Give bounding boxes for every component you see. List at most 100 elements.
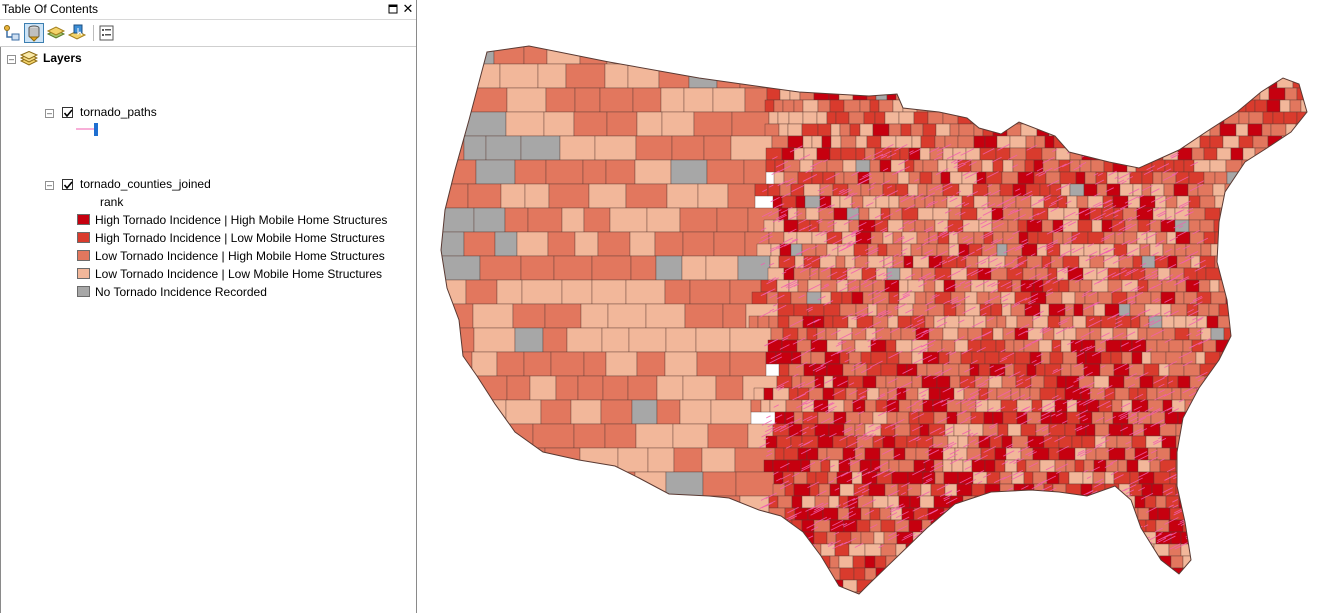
county-polygon bbox=[768, 507, 786, 521]
county-polygon bbox=[892, 99, 904, 113]
tornado-counties-layer-name[interactable]: tornado_counties_joined bbox=[80, 177, 211, 191]
county-polygon bbox=[1297, 147, 1307, 161]
legend-swatch-high-high[interactable] bbox=[77, 214, 90, 225]
county-polygon bbox=[441, 279, 467, 305]
legend-label-low-high[interactable]: Low Tornado Incidence | High Mobile Home… bbox=[95, 249, 385, 263]
legend-label-high-high[interactable]: High Tornado Incidence | High Mobile Hom… bbox=[95, 213, 387, 227]
county-polygons[interactable] bbox=[439, 40, 1322, 613]
tornado-path-segment bbox=[1013, 518, 1026, 526]
county-polygon bbox=[859, 63, 875, 77]
county-polygon bbox=[1117, 543, 1129, 557]
county-polygon bbox=[1044, 543, 1056, 557]
county-polygon bbox=[1164, 159, 1175, 173]
legend-label-low-low[interactable]: Low Tornado Incidence | Low Mobile Home … bbox=[95, 267, 382, 281]
county-polygon bbox=[1143, 123, 1156, 137]
county-polygon bbox=[819, 591, 836, 594]
county-polygon bbox=[1050, 567, 1064, 581]
legend-label-no-incidence[interactable]: No Tornado Incidence Recorded bbox=[95, 285, 267, 299]
county-polygon bbox=[1120, 567, 1133, 581]
tornado-path-segment bbox=[1010, 491, 1021, 498]
county-polygon bbox=[1025, 135, 1036, 149]
county-polygon bbox=[1131, 567, 1142, 581]
county-polygon bbox=[1024, 111, 1041, 125]
county-polygon bbox=[1081, 435, 1096, 449]
list-by-visibility-icon[interactable] bbox=[46, 23, 66, 43]
tornado-counties-visibility-checkbox[interactable] bbox=[62, 179, 73, 190]
county-polygon bbox=[1276, 75, 1294, 89]
county-polygon bbox=[1174, 327, 1190, 341]
county-polygon bbox=[976, 171, 987, 185]
county-polygon bbox=[636, 351, 666, 377]
county-polygon bbox=[770, 327, 784, 341]
options-icon[interactable] bbox=[97, 23, 117, 43]
county-polygon bbox=[1049, 351, 1064, 365]
county-polygon bbox=[1297, 459, 1307, 473]
county-polygon bbox=[1117, 459, 1128, 473]
county-polygon bbox=[763, 567, 777, 581]
legend-label-high-low[interactable]: High Tornado Incidence | Low Mobile Home… bbox=[95, 231, 385, 245]
collapse-tornado-paths-icon[interactable]: – bbox=[45, 109, 54, 118]
county-polygon bbox=[670, 567, 696, 593]
county-polygon bbox=[1219, 375, 1236, 389]
county-polygon bbox=[1192, 531, 1204, 545]
restore-icon[interactable] bbox=[386, 1, 400, 17]
county-polygon bbox=[1036, 495, 1051, 509]
county-polygon bbox=[1173, 315, 1187, 329]
legend-swatch-low-low[interactable] bbox=[77, 268, 90, 279]
collapse-layers-icon[interactable]: – bbox=[7, 55, 16, 64]
legend-swatch-high-low[interactable] bbox=[77, 232, 90, 243]
legend-swatch-low-high[interactable] bbox=[77, 250, 90, 261]
county-polygon bbox=[1143, 63, 1160, 77]
county-polygon bbox=[1236, 267, 1252, 281]
county-polygon bbox=[994, 459, 1006, 473]
county-polygon bbox=[1131, 435, 1147, 449]
county-polygon bbox=[786, 63, 800, 77]
county-polygon bbox=[1126, 327, 1139, 341]
county-polygon bbox=[643, 567, 672, 593]
tornado-path-segment bbox=[1059, 528, 1070, 534]
county-polygon bbox=[1280, 207, 1298, 221]
county-polygon bbox=[1027, 435, 1045, 449]
county-polygon bbox=[797, 75, 814, 89]
list-by-selection-icon[interactable] bbox=[67, 23, 87, 43]
collapse-tornado-counties-icon[interactable]: – bbox=[45, 181, 54, 190]
tornado-paths-layer-name[interactable]: tornado_paths bbox=[80, 105, 157, 119]
county-polygon bbox=[961, 87, 979, 101]
county-polygon bbox=[951, 543, 964, 557]
county-polygon bbox=[1100, 315, 1118, 329]
county-polygon bbox=[931, 171, 942, 185]
tornado-path-segment bbox=[1133, 152, 1148, 160]
legend-swatch-no-incidence[interactable] bbox=[77, 286, 90, 297]
county-polygon bbox=[872, 495, 889, 509]
county-polygon bbox=[583, 207, 611, 233]
tornado-paths-visibility-checkbox[interactable] bbox=[62, 107, 73, 118]
toc-title-bar: Table Of Contents ✕ bbox=[0, 0, 416, 20]
county-polygon bbox=[1123, 99, 1139, 113]
county-polygon bbox=[573, 423, 606, 449]
map-display[interactable] bbox=[419, 0, 1322, 613]
county-polygon bbox=[1258, 435, 1274, 449]
tornado-path-segment bbox=[1021, 516, 1033, 522]
layers-icon bbox=[19, 50, 39, 72]
county-polygon bbox=[961, 195, 975, 209]
county-polygon bbox=[910, 123, 924, 137]
county-polygon bbox=[772, 459, 789, 473]
county-polygon bbox=[832, 315, 849, 329]
tornado-path-segment bbox=[766, 415, 771, 419]
us-county-map[interactable] bbox=[419, 0, 1322, 613]
county-polygon bbox=[1251, 567, 1269, 581]
layers-root-label[interactable]: Layers bbox=[43, 51, 82, 65]
list-by-drawing-order-icon[interactable] bbox=[2, 23, 22, 43]
list-by-source-icon[interactable] bbox=[24, 23, 44, 43]
county-polygon bbox=[1298, 531, 1307, 545]
county-polygon bbox=[1263, 315, 1277, 329]
county-polygon bbox=[847, 279, 861, 293]
county-polygon bbox=[946, 195, 963, 209]
county-polygon bbox=[1061, 291, 1076, 305]
county-polygon bbox=[441, 46, 471, 65]
close-icon[interactable]: ✕ bbox=[401, 1, 415, 17]
tornado-path-segment bbox=[1195, 500, 1204, 505]
tornado-path-segment bbox=[1051, 508, 1059, 512]
tornado-paths-line-symbol[interactable] bbox=[76, 122, 102, 141]
county-polygon bbox=[1166, 123, 1181, 137]
